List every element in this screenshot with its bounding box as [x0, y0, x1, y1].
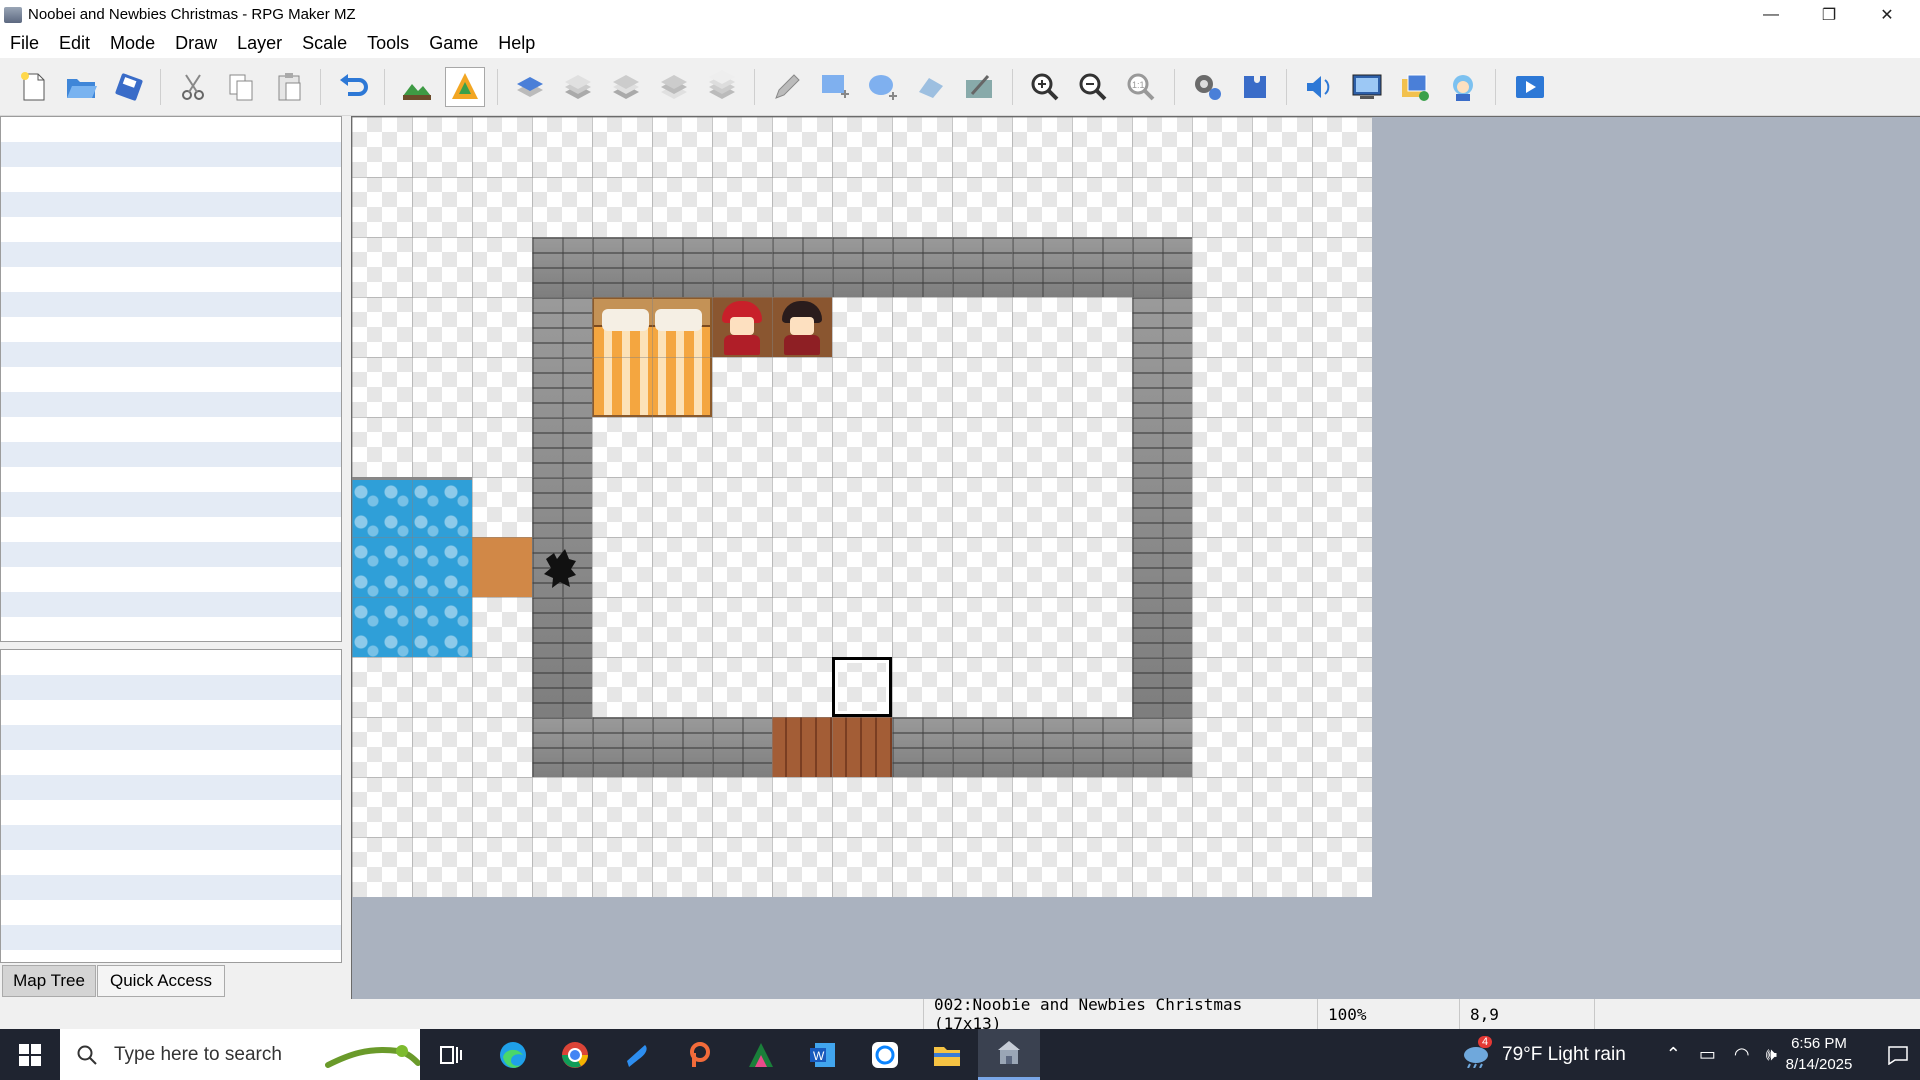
ellipse-icon[interactable]: [863, 67, 903, 107]
menu-draw[interactable]: Draw: [165, 33, 227, 54]
menu-layer[interactable]: Layer: [227, 33, 292, 54]
messenger-app-icon[interactable]: [854, 1029, 916, 1080]
menu-mode[interactable]: Mode: [100, 33, 165, 54]
wall-bottom-left: [532, 717, 772, 777]
presentation-app-icon[interactable]: [668, 1029, 730, 1080]
map-grid[interactable]: [352, 117, 1372, 897]
windows-taskbar: Type here to search W 4 79°F Light rain …: [0, 1029, 1920, 1080]
layer-2-icon[interactable]: [558, 67, 598, 107]
paste-icon[interactable]: [269, 67, 309, 107]
menu-tools[interactable]: Tools: [357, 33, 419, 54]
windows-logo-icon: [19, 1043, 41, 1066]
layer-3-icon[interactable]: [606, 67, 646, 107]
tab-quick-access[interactable]: Quick Access: [97, 965, 225, 997]
zoom-in-icon[interactable]: [1025, 67, 1065, 107]
task-view-icon[interactable]: [420, 1029, 482, 1080]
minimize-button[interactable]: —: [1742, 0, 1800, 29]
shadow-pen-icon[interactable]: [959, 67, 999, 107]
lizard-illustration-icon: [325, 1044, 420, 1068]
search-icon: [77, 1045, 97, 1065]
water-tile: [352, 477, 472, 657]
start-button[interactable]: [0, 1029, 60, 1080]
weather-icon[interactable]: 4: [1460, 1035, 1494, 1070]
tab-map-tree[interactable]: Map Tree: [2, 965, 96, 997]
npc-event-red[interactable]: [712, 297, 772, 357]
sound-test-icon[interactable]: [1299, 67, 1339, 107]
status-zoom: 100%: [1317, 999, 1459, 1029]
playtest-icon[interactable]: [1510, 67, 1550, 107]
database-icon[interactable]: [1187, 67, 1227, 107]
open-project-icon[interactable]: [61, 67, 101, 107]
character-generator-icon[interactable]: [1443, 67, 1483, 107]
menu-help[interactable]: Help: [488, 33, 545, 54]
layer-auto-icon[interactable]: [702, 67, 742, 107]
taskbar-search-box[interactable]: Type here to search: [60, 1029, 420, 1080]
clock-time: 6:56 PM: [1791, 1035, 1847, 1052]
svg-text:1:1: 1:1: [1132, 80, 1145, 90]
battery-icon[interactable]: ▭: [1699, 1044, 1716, 1065]
status-coords: 8,9: [1459, 999, 1595, 1029]
cut-icon[interactable]: [173, 67, 213, 107]
system-clock[interactable]: 6:56 PM 8/14/2025: [1764, 1033, 1874, 1075]
word-app-icon[interactable]: W: [792, 1029, 854, 1080]
copy-icon[interactable]: [221, 67, 261, 107]
toolbar: 1:1: [0, 59, 1920, 116]
bed-tile: [592, 297, 712, 417]
menu-game[interactable]: Game: [419, 33, 488, 54]
wall-top: [532, 237, 1192, 297]
clock-date: 8/14/2025: [1785, 1056, 1853, 1073]
door-tile: [772, 717, 892, 777]
window-title: Noobei and Newbies Christmas - RPG Maker…: [28, 6, 356, 23]
system-tray: 4 79°F Light rain ⌃ ▭ ◠ 🕪: [1460, 1029, 1777, 1080]
undo-icon[interactable]: [333, 67, 373, 107]
actual-size-icon[interactable]: 1:1: [1121, 67, 1161, 107]
weather-badge: 4: [1478, 1035, 1493, 1048]
edge-browser-icon[interactable]: [482, 1029, 544, 1080]
wall-right: [1132, 297, 1192, 717]
save-project-icon[interactable]: [109, 67, 149, 107]
weather-text[interactable]: 79°F Light rain: [1502, 1044, 1626, 1066]
file-explorer-icon[interactable]: [916, 1029, 978, 1080]
wall-left: [532, 297, 592, 717]
sheets-app-icon[interactable]: [730, 1029, 792, 1080]
restore-button[interactable]: ❐: [1800, 0, 1858, 29]
menu-scale[interactable]: Scale: [292, 33, 357, 54]
wall-bottom-right: [892, 717, 1192, 777]
title-bar: Noobei and Newbies Christmas - RPG Maker…: [0, 0, 1920, 29]
status-map-info: 002:Noobie and Newbies Christmas (17x13): [923, 995, 1317, 1033]
vpn-app-icon[interactable]: [606, 1029, 668, 1080]
event-mode-icon[interactable]: [445, 67, 485, 107]
npc-event-dark[interactable]: [772, 297, 832, 357]
rectangle-icon[interactable]: [815, 67, 855, 107]
rpg-maker-app-icon: [4, 6, 22, 23]
plugin-manager-icon[interactable]: [1235, 67, 1275, 107]
layer-1-icon[interactable]: [510, 67, 550, 107]
chrome-browser-icon[interactable]: [544, 1029, 606, 1080]
notification-center-icon[interactable]: [1876, 1029, 1920, 1080]
quick-access-panel[interactable]: [0, 649, 342, 963]
menu-file[interactable]: File: [0, 33, 49, 54]
search-placeholder: Type here to search: [114, 1043, 282, 1065]
map-mode-icon[interactable]: [397, 67, 437, 107]
event-searcher-icon[interactable]: [1347, 67, 1387, 107]
map-editor-canvas[interactable]: [351, 116, 1920, 999]
wall-hole-icon: [544, 549, 576, 588]
map-tree-panel[interactable]: [0, 116, 342, 642]
svg-text:W: W: [813, 1049, 825, 1063]
close-button[interactable]: ✕: [1858, 0, 1916, 29]
status-bar: 002:Noobie and Newbies Christmas (17x13)…: [0, 995, 1920, 1033]
zoom-out-icon[interactable]: [1073, 67, 1113, 107]
layer-4-icon[interactable]: [654, 67, 694, 107]
rpg-maker-taskbar-icon[interactable]: [978, 1029, 1040, 1080]
new-project-icon[interactable]: [13, 67, 53, 107]
wifi-icon[interactable]: ◠: [1734, 1044, 1750, 1065]
menu-edit[interactable]: Edit: [49, 33, 100, 54]
chevron-up-icon[interactable]: ⌃: [1666, 1044, 1681, 1065]
fill-icon[interactable]: [911, 67, 951, 107]
tile-selection-cursor[interactable]: [832, 657, 892, 717]
menu-bar: File Edit Mode Draw Layer Scale Tools Ga…: [0, 29, 1920, 58]
resource-manager-icon[interactable]: [1395, 67, 1435, 107]
dirt-tile: [472, 537, 532, 597]
pencil-icon[interactable]: [767, 67, 807, 107]
